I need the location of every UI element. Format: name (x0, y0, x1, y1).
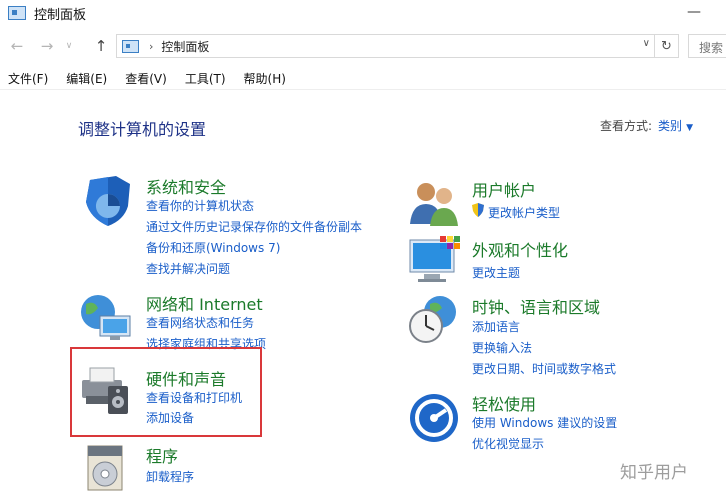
menu-bar: 文件(F) 编辑(E) 查看(V) 工具(T) 帮助(H) (0, 68, 726, 90)
forward-arrow-icon[interactable]: → (36, 36, 58, 56)
highlight-box (70, 347, 262, 437)
watermark-text: 知乎用户 (620, 463, 688, 483)
link-backup-restore[interactable]: 备份和还原(Windows 7) (146, 239, 280, 256)
address-box[interactable]: › 控制面板 ∨ ↻ (116, 34, 679, 58)
view-by-value[interactable]: 类别 (658, 119, 682, 133)
back-arrow-icon[interactable]: ← (6, 36, 28, 56)
address-bar-row: ← → ∨ ↑ › 控制面板 ∨ ↻ 搜索 (0, 32, 726, 60)
refresh-icon[interactable]: ↻ (654, 35, 678, 57)
ease-of-access-icon[interactable] (406, 390, 462, 446)
menu-tools[interactable]: 工具(T) (185, 70, 226, 87)
category-title-network[interactable]: 网络和 Internet (146, 291, 263, 315)
link-troubleshoot[interactable]: 查找并解决问题 (146, 260, 230, 277)
address-dropdown-icon[interactable]: ∨ (643, 38, 650, 49)
users-icon[interactable] (406, 176, 462, 232)
menu-help[interactable]: 帮助(H) (244, 70, 286, 87)
network-globe-icon[interactable] (78, 290, 134, 346)
category-title-appearance[interactable]: 外观和个性化 (472, 237, 568, 261)
category-title-clock[interactable]: 时钟、语言和区域 (472, 294, 600, 318)
monitor-palette-icon[interactable] (406, 234, 462, 290)
link-change-date-time-format[interactable]: 更改日期、时间或数字格式 (472, 360, 616, 377)
link-change-account-type[interactable]: 更改帐户类型 (488, 204, 560, 221)
page-title: 调整计算机的设置 (78, 120, 207, 139)
view-by-control[interactable]: 查看方式: 类别 ▼ (600, 117, 693, 134)
control-panel-icon (8, 6, 26, 20)
category-title-programs[interactable]: 程序 (146, 443, 178, 467)
link-change-input-method[interactable]: 更换输入法 (472, 339, 532, 356)
link-add-language[interactable]: 添加语言 (472, 318, 520, 335)
link-uninstall-program[interactable]: 卸载程序 (146, 468, 194, 485)
up-arrow-icon[interactable]: ↑ (90, 36, 112, 56)
menu-file[interactable]: 文件(F) (8, 70, 48, 87)
view-by-label: 查看方式: (600, 119, 653, 133)
category-title-user[interactable]: 用户帐户 (472, 177, 536, 201)
recent-locations-chevron-icon[interactable]: ∨ (62, 36, 76, 56)
uac-shield-icon (472, 203, 484, 217)
category-title-system[interactable]: 系统和安全 (146, 174, 226, 198)
link-network-status[interactable]: 查看网络状态和任务 (146, 314, 254, 331)
menu-view[interactable]: 查看(V) (125, 70, 167, 87)
search-input[interactable]: 搜索 (688, 34, 726, 58)
shield-icon[interactable] (78, 172, 134, 228)
link-file-history[interactable]: 通过文件历史记录保存你的文件备份副本 (146, 218, 362, 235)
control-panel-small-icon (122, 39, 139, 53)
programs-disc-icon[interactable] (78, 442, 134, 498)
breadcrumb-separator-icon: › (149, 39, 154, 53)
minimize-button[interactable]: — (684, 2, 704, 22)
link-optimize-visual[interactable]: 优化视觉显示 (472, 435, 544, 452)
window-title: 控制面板 (34, 7, 87, 23)
category-title-ease[interactable]: 轻松使用 (472, 391, 536, 415)
menu-edit[interactable]: 编辑(E) (66, 70, 107, 87)
breadcrumb-control-panel[interactable]: 控制面板 (161, 38, 209, 55)
link-change-theme[interactable]: 更改主题 (472, 264, 520, 281)
link-view-computer-status[interactable]: 查看你的计算机状态 (146, 197, 254, 214)
link-recommended-settings[interactable]: 使用 Windows 建议的设置 (472, 414, 617, 431)
clock-globe-icon[interactable] (406, 292, 462, 348)
view-by-caret-icon[interactable]: ▼ (686, 123, 693, 133)
title-bar: 控制面板 — (0, 0, 726, 26)
